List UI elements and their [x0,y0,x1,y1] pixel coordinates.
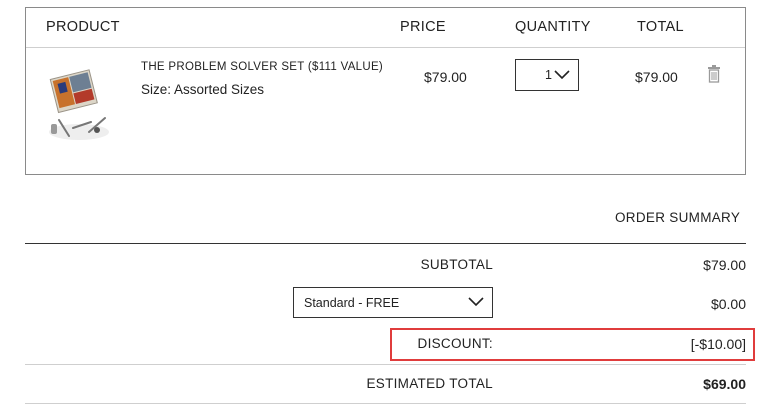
header-product: PRODUCT [46,19,120,35]
quantity-value: 1 [545,68,552,82]
header-price: PRICE [400,19,446,35]
trash-icon[interactable] [707,65,721,83]
shipping-method-select[interactable]: Standard - FREE [293,287,493,318]
order-summary-title: ORDER SUMMARY [615,210,741,225]
product-price: $79.00 [424,69,467,85]
product-name[interactable]: THE PROBLEM SOLVER SET ($111 VALUE) [141,61,383,73]
total-divider-top [25,364,746,365]
cart-table: PRODUCT PRICE QUANTITY TOTAL THE PROBLEM… [25,7,746,175]
product-size: Size: Assorted Sizes [141,82,265,97]
header-quantity: QUANTITY [515,19,591,35]
subtotal-label: SUBTOTAL [420,257,493,272]
total-divider-bottom [25,403,746,404]
subtotal-value: $79.00 [703,257,746,273]
shipping-cost: $0.00 [710,296,746,312]
cart-header-row: PRODUCT PRICE QUANTITY TOTAL [26,8,745,48]
product-line-total: $79.00 [635,69,678,85]
estimated-total-value: $69.00 [703,376,746,392]
quantity-select[interactable]: 1 [515,59,579,91]
discount-value: [-$10.00] [690,336,746,352]
shipping-option-value: Standard - FREE [304,296,400,310]
chevron-down-icon [468,297,484,307]
header-total: TOTAL [637,19,684,35]
estimated-total-label: ESTIMATED TOTAL [366,376,493,391]
discount-label: DISCOUNT: [417,336,493,351]
chevron-down-icon [554,70,570,80]
summary-divider [25,243,746,244]
product-thumbnail[interactable] [45,66,113,144]
